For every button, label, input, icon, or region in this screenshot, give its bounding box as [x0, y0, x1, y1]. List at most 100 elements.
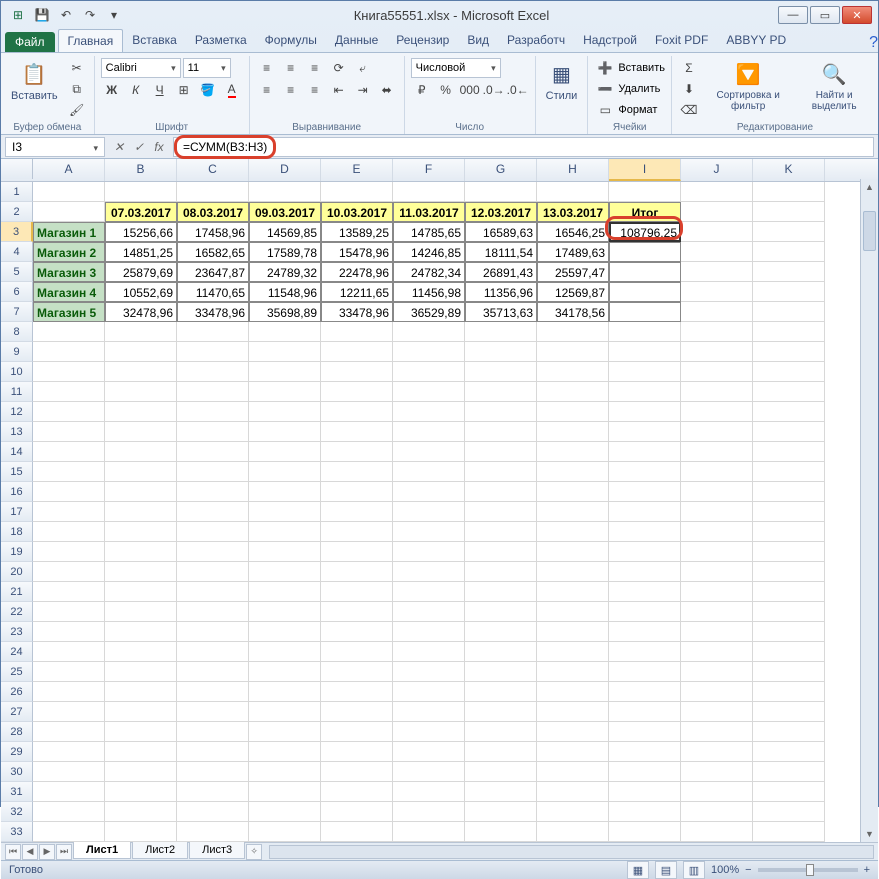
sheet-nav-first-icon[interactable]: ⏮	[5, 844, 21, 860]
col-header-I[interactable]: I	[609, 159, 681, 181]
fx-icon[interactable]: fx	[149, 137, 169, 157]
cell[interactable]	[33, 802, 105, 822]
clear-icon[interactable]: ⌫	[678, 100, 700, 120]
cell[interactable]: 11456,98	[393, 282, 465, 302]
cell[interactable]: 11470,65	[177, 282, 249, 302]
cell[interactable]: 14569,85	[249, 222, 321, 242]
cell[interactable]	[105, 362, 177, 382]
cell[interactable]	[321, 762, 393, 782]
sheet-tab[interactable]: Лист3	[189, 842, 245, 859]
cell[interactable]	[753, 382, 825, 402]
row-header[interactable]: 25	[1, 662, 33, 682]
cell[interactable]	[681, 502, 753, 522]
cell[interactable]	[537, 622, 609, 642]
cell[interactable]	[249, 722, 321, 742]
cell[interactable]: Магазин 2	[33, 242, 105, 262]
cell[interactable]	[321, 342, 393, 362]
cell[interactable]	[537, 742, 609, 762]
cell[interactable]	[753, 342, 825, 362]
cell[interactable]	[105, 542, 177, 562]
cell[interactable]	[177, 342, 249, 362]
sheet-nav-next-icon[interactable]: ▶	[39, 844, 55, 860]
cell[interactable]	[33, 442, 105, 462]
row-header[interactable]: 2	[1, 202, 33, 222]
cell[interactable]	[105, 662, 177, 682]
cell[interactable]: 108796,25	[609, 222, 681, 242]
cell[interactable]	[393, 602, 465, 622]
cell[interactable]	[177, 362, 249, 382]
row-header[interactable]: 11	[1, 382, 33, 402]
row-header[interactable]: 16	[1, 482, 33, 502]
cell[interactable]	[177, 482, 249, 502]
cell[interactable]	[681, 222, 753, 242]
cell[interactable]	[249, 402, 321, 422]
cell[interactable]	[681, 662, 753, 682]
cell[interactable]	[465, 642, 537, 662]
cell[interactable]	[321, 502, 393, 522]
cell[interactable]	[609, 762, 681, 782]
cell[interactable]: 17458,96	[177, 222, 249, 242]
cell[interactable]	[681, 742, 753, 762]
cell[interactable]	[465, 542, 537, 562]
cell[interactable]	[33, 742, 105, 762]
cell[interactable]	[321, 522, 393, 542]
number-format-dropdown[interactable]: Числовой	[411, 58, 501, 78]
cell[interactable]	[177, 182, 249, 202]
row-header[interactable]: 9	[1, 342, 33, 362]
align-center-icon[interactable]: ≡	[280, 80, 302, 100]
cell[interactable]	[609, 462, 681, 482]
cell[interactable]	[249, 802, 321, 822]
row-header[interactable]: 19	[1, 542, 33, 562]
cell[interactable]	[681, 722, 753, 742]
horizontal-scrollbar[interactable]	[269, 845, 874, 859]
row-header[interactable]: 29	[1, 742, 33, 762]
cell[interactable]	[249, 742, 321, 762]
cell[interactable]: 16546,25	[537, 222, 609, 242]
cell[interactable]: 36529,89	[393, 302, 465, 322]
cell[interactable]	[465, 522, 537, 542]
cell[interactable]: 18111,54	[465, 242, 537, 262]
cell[interactable]	[33, 342, 105, 362]
cell[interactable]	[321, 822, 393, 842]
orientation-icon[interactable]: ⟳	[328, 58, 350, 78]
cell[interactable]	[753, 762, 825, 782]
cell[interactable]	[249, 702, 321, 722]
font-color-icon[interactable]: А	[221, 80, 243, 100]
cell[interactable]: Магазин 4	[33, 282, 105, 302]
col-header-C[interactable]: C	[177, 159, 249, 181]
tab-вид[interactable]: Вид	[458, 29, 498, 52]
cell[interactable]	[321, 582, 393, 602]
cell[interactable]	[393, 442, 465, 462]
normal-view-icon[interactable]: ▦	[627, 861, 649, 879]
cell[interactable]	[321, 642, 393, 662]
cell[interactable]	[105, 382, 177, 402]
scroll-thumb[interactable]	[863, 211, 876, 251]
cell[interactable]	[33, 662, 105, 682]
cell[interactable]: 17589,78	[249, 242, 321, 262]
col-header-A[interactable]: A	[33, 159, 105, 181]
row-header[interactable]: 13	[1, 422, 33, 442]
cell[interactable]	[105, 602, 177, 622]
cell[interactable]	[753, 302, 825, 322]
cell[interactable]	[105, 642, 177, 662]
cell[interactable]	[393, 742, 465, 762]
sheet-tab[interactable]: Лист2	[132, 842, 188, 859]
cell[interactable]	[393, 582, 465, 602]
cell[interactable]	[321, 362, 393, 382]
cell[interactable]	[321, 622, 393, 642]
cell[interactable]: Магазин 5	[33, 302, 105, 322]
cell[interactable]	[465, 182, 537, 202]
cell[interactable]	[393, 362, 465, 382]
file-tab[interactable]: Файл	[5, 32, 55, 52]
row-header[interactable]: 3	[1, 222, 33, 242]
cell[interactable]	[465, 822, 537, 842]
cell[interactable]	[393, 502, 465, 522]
cell[interactable]	[177, 822, 249, 842]
cell[interactable]	[537, 322, 609, 342]
cell[interactable]	[753, 602, 825, 622]
cell[interactable]	[609, 702, 681, 722]
cell[interactable]	[393, 322, 465, 342]
cell[interactable]	[105, 782, 177, 802]
cell[interactable]	[465, 502, 537, 522]
cell[interactable]	[321, 182, 393, 202]
